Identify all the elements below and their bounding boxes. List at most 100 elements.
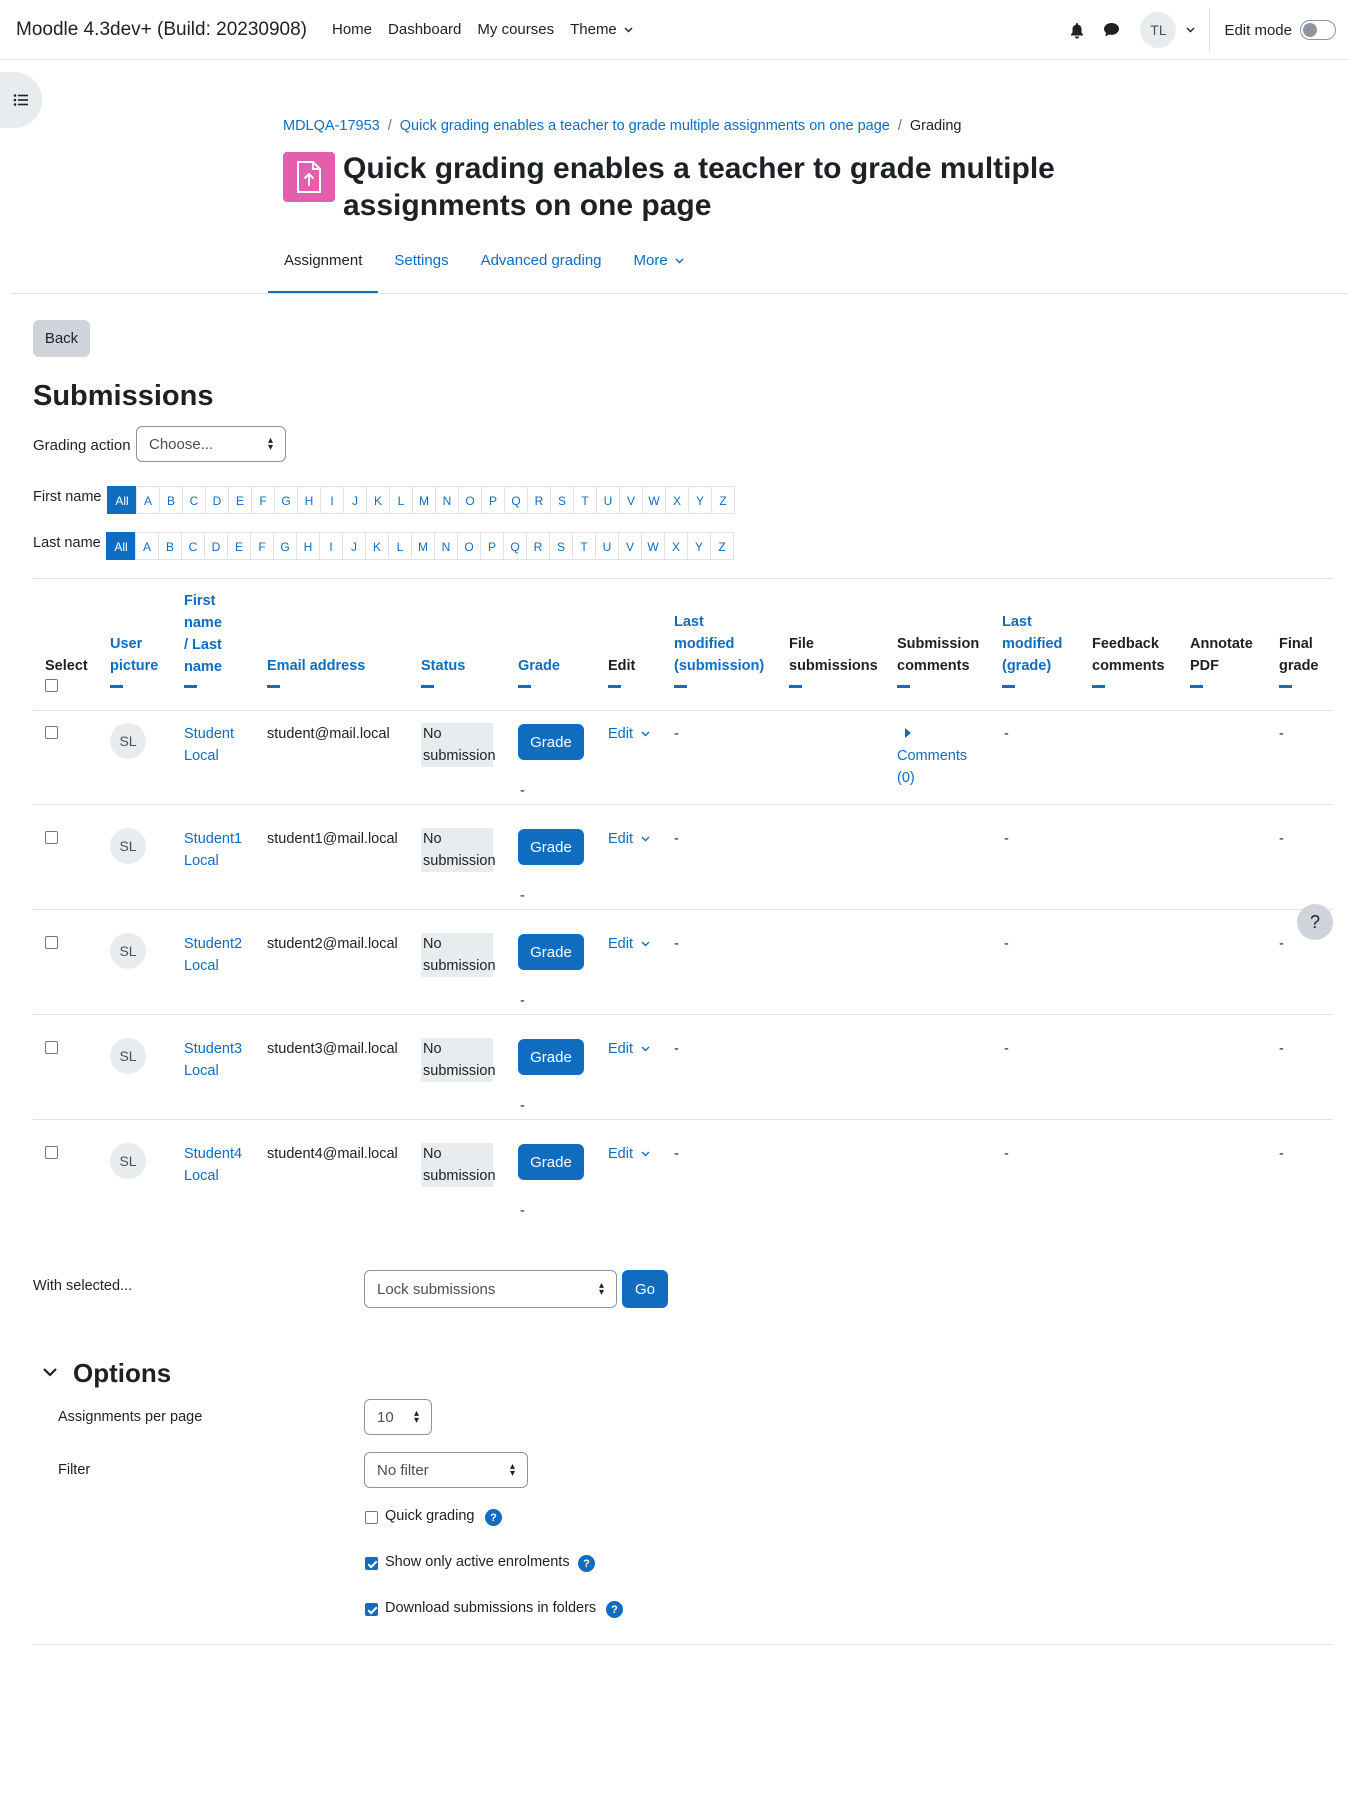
last-name-initial-c[interactable]: C bbox=[181, 532, 205, 560]
grade-button[interactable]: Grade bbox=[518, 1144, 584, 1180]
grade-button[interactable]: Grade bbox=[518, 934, 584, 970]
sort-dash-icon[interactable] bbox=[674, 685, 687, 688]
site-brand[interactable]: Moodle 4.3dev+ (Build: 20230908) bbox=[16, 19, 307, 41]
user-menu-chevron-down-icon[interactable] bbox=[1186, 27, 1195, 33]
first-name-initial-z[interactable]: Z bbox=[711, 486, 735, 514]
per-page-select[interactable]: 10 ▴ ▾ bbox=[364, 1399, 432, 1435]
first-name-initial-j[interactable]: J bbox=[343, 486, 367, 514]
course-index-drawer-toggle[interactable] bbox=[0, 72, 42, 128]
last-name-initial-g[interactable]: G bbox=[273, 532, 297, 560]
grade-button[interactable]: Grade bbox=[518, 829, 584, 865]
first-name-initial-n[interactable]: N bbox=[435, 486, 459, 514]
first-name-initial-u[interactable]: U bbox=[596, 486, 620, 514]
download-in-folders-checkbox[interactable] bbox=[365, 1603, 378, 1616]
select-all-checkbox[interactable] bbox=[45, 679, 58, 692]
first-name-initial-l[interactable]: L bbox=[389, 486, 413, 514]
sort-dash-icon[interactable] bbox=[1092, 685, 1105, 688]
first-name-initial-o[interactable]: O bbox=[458, 486, 482, 514]
sort-dash-icon[interactable] bbox=[421, 685, 434, 688]
show-active-enrolments-label[interactable]: Show only active enrolments bbox=[385, 1554, 570, 1570]
notification-bell-icon[interactable] bbox=[1066, 19, 1088, 41]
grade-button[interactable]: Grade bbox=[518, 1039, 584, 1075]
last-name-initial-m[interactable]: M bbox=[411, 532, 435, 560]
col-header-grade[interactable]: Grade bbox=[518, 655, 560, 677]
quick-grading-label[interactable]: Quick grading bbox=[385, 1508, 474, 1524]
first-name-initial-h[interactable]: H bbox=[297, 486, 321, 514]
nav-theme[interactable]: Theme bbox=[570, 21, 633, 38]
col-header-last-modified-submission[interactable]: Last modified (submission) bbox=[674, 611, 764, 677]
row-select-checkbox[interactable] bbox=[45, 1041, 58, 1054]
tab-advanced-grading[interactable]: Advanced grading bbox=[465, 244, 618, 278]
help-question-icon[interactable]: ? bbox=[485, 1509, 502, 1526]
first-name-initial-s[interactable]: S bbox=[550, 486, 574, 514]
first-name-initial-w[interactable]: W bbox=[642, 486, 666, 514]
last-name-initial-d[interactable]: D bbox=[204, 532, 228, 560]
first-name-initial-e[interactable]: E bbox=[228, 486, 252, 514]
last-name-initial-e[interactable]: E bbox=[227, 532, 251, 560]
tab-assignment[interactable]: Assignment bbox=[268, 244, 379, 294]
user-avatar[interactable]: TL bbox=[1140, 12, 1177, 48]
sort-dash-icon[interactable] bbox=[897, 685, 910, 688]
first-name-initial-b[interactable]: B bbox=[159, 486, 183, 514]
last-name-initial-z[interactable]: Z bbox=[710, 532, 734, 560]
last-name-initial-all[interactable]: All bbox=[106, 532, 136, 560]
last-name-initial-w[interactable]: W bbox=[641, 532, 665, 560]
sort-dash-icon[interactable] bbox=[518, 685, 531, 688]
filter-select[interactable]: No filter ▴ ▾ bbox=[364, 1452, 528, 1488]
last-name-initial-h[interactable]: H bbox=[296, 532, 320, 560]
col-header-status[interactable]: Status bbox=[421, 655, 465, 677]
col-header-user-picture[interactable]: User picture bbox=[110, 633, 158, 677]
last-name-initial-n[interactable]: N bbox=[434, 532, 458, 560]
first-name-initial-v[interactable]: V bbox=[619, 486, 643, 514]
help-question-icon[interactable]: ? bbox=[606, 1601, 623, 1618]
student-name-link[interactable]: Student Local bbox=[184, 723, 234, 767]
last-name-initial-l[interactable]: L bbox=[388, 532, 412, 560]
col-header-email[interactable]: Email address bbox=[267, 655, 365, 677]
first-name-initial-r[interactable]: R bbox=[527, 486, 551, 514]
sort-dash-icon[interactable] bbox=[267, 685, 280, 688]
download-in-folders-label[interactable]: Download submissions in folders bbox=[385, 1600, 596, 1616]
student-name-link[interactable]: Student3 Local bbox=[184, 1038, 242, 1082]
row-select-checkbox[interactable] bbox=[45, 726, 58, 739]
first-name-initial-c[interactable]: C bbox=[182, 486, 206, 514]
collapse-chevron-down-icon[interactable] bbox=[42, 1366, 58, 1378]
col-header-name[interactable]: First name / Last name bbox=[184, 590, 222, 678]
first-name-initial-k[interactable]: K bbox=[366, 486, 390, 514]
quick-grading-checkbox[interactable] bbox=[365, 1511, 378, 1524]
last-name-initial-s[interactable]: S bbox=[549, 532, 573, 560]
student-name-link[interactable]: Student2 Local bbox=[184, 933, 242, 977]
first-name-initial-m[interactable]: M bbox=[412, 486, 436, 514]
last-name-initial-r[interactable]: R bbox=[526, 532, 550, 560]
nav-dashboard[interactable]: Dashboard bbox=[388, 21, 461, 38]
student-name-link[interactable]: Student4 Local bbox=[184, 1143, 242, 1187]
row-select-checkbox[interactable] bbox=[45, 1146, 58, 1159]
row-select-checkbox[interactable] bbox=[45, 936, 58, 949]
back-button[interactable]: Back bbox=[33, 320, 90, 357]
nav-home[interactable]: Home bbox=[332, 21, 372, 38]
go-button[interactable]: Go bbox=[622, 1270, 668, 1308]
last-name-initial-p[interactable]: P bbox=[480, 532, 504, 560]
row-select-checkbox[interactable] bbox=[45, 831, 58, 844]
bulk-action-select[interactable]: Lock submissions ▴ ▾ bbox=[364, 1270, 617, 1308]
student-name-link[interactable]: Student1 Local bbox=[184, 828, 242, 872]
first-name-initial-p[interactable]: P bbox=[481, 486, 505, 514]
tab-more[interactable]: More bbox=[618, 244, 700, 278]
last-name-initial-i[interactable]: I bbox=[319, 532, 343, 560]
edit-mode-toggle[interactable] bbox=[1300, 20, 1336, 40]
last-name-initial-f[interactable]: F bbox=[250, 532, 274, 560]
last-name-initial-k[interactable]: K bbox=[365, 532, 389, 560]
grade-button[interactable]: Grade bbox=[518, 724, 584, 760]
sort-dash-icon[interactable] bbox=[789, 685, 802, 688]
breadcrumb-course[interactable]: MDLQA-17953 bbox=[283, 118, 380, 134]
edit-menu-toggle[interactable]: Edit bbox=[608, 933, 650, 955]
last-name-initial-j[interactable]: J bbox=[342, 532, 366, 560]
show-active-enrolments-checkbox[interactable] bbox=[365, 1557, 378, 1570]
first-name-initial-g[interactable]: G bbox=[274, 486, 298, 514]
help-question-icon[interactable]: ? bbox=[578, 1555, 595, 1572]
last-name-initial-t[interactable]: T bbox=[572, 532, 596, 560]
last-name-initial-u[interactable]: U bbox=[595, 532, 619, 560]
first-name-initial-i[interactable]: I bbox=[320, 486, 344, 514]
messages-chat-icon[interactable] bbox=[1100, 19, 1122, 41]
sort-dash-icon[interactable] bbox=[608, 685, 621, 688]
edit-menu-toggle[interactable]: Edit bbox=[608, 1038, 650, 1060]
